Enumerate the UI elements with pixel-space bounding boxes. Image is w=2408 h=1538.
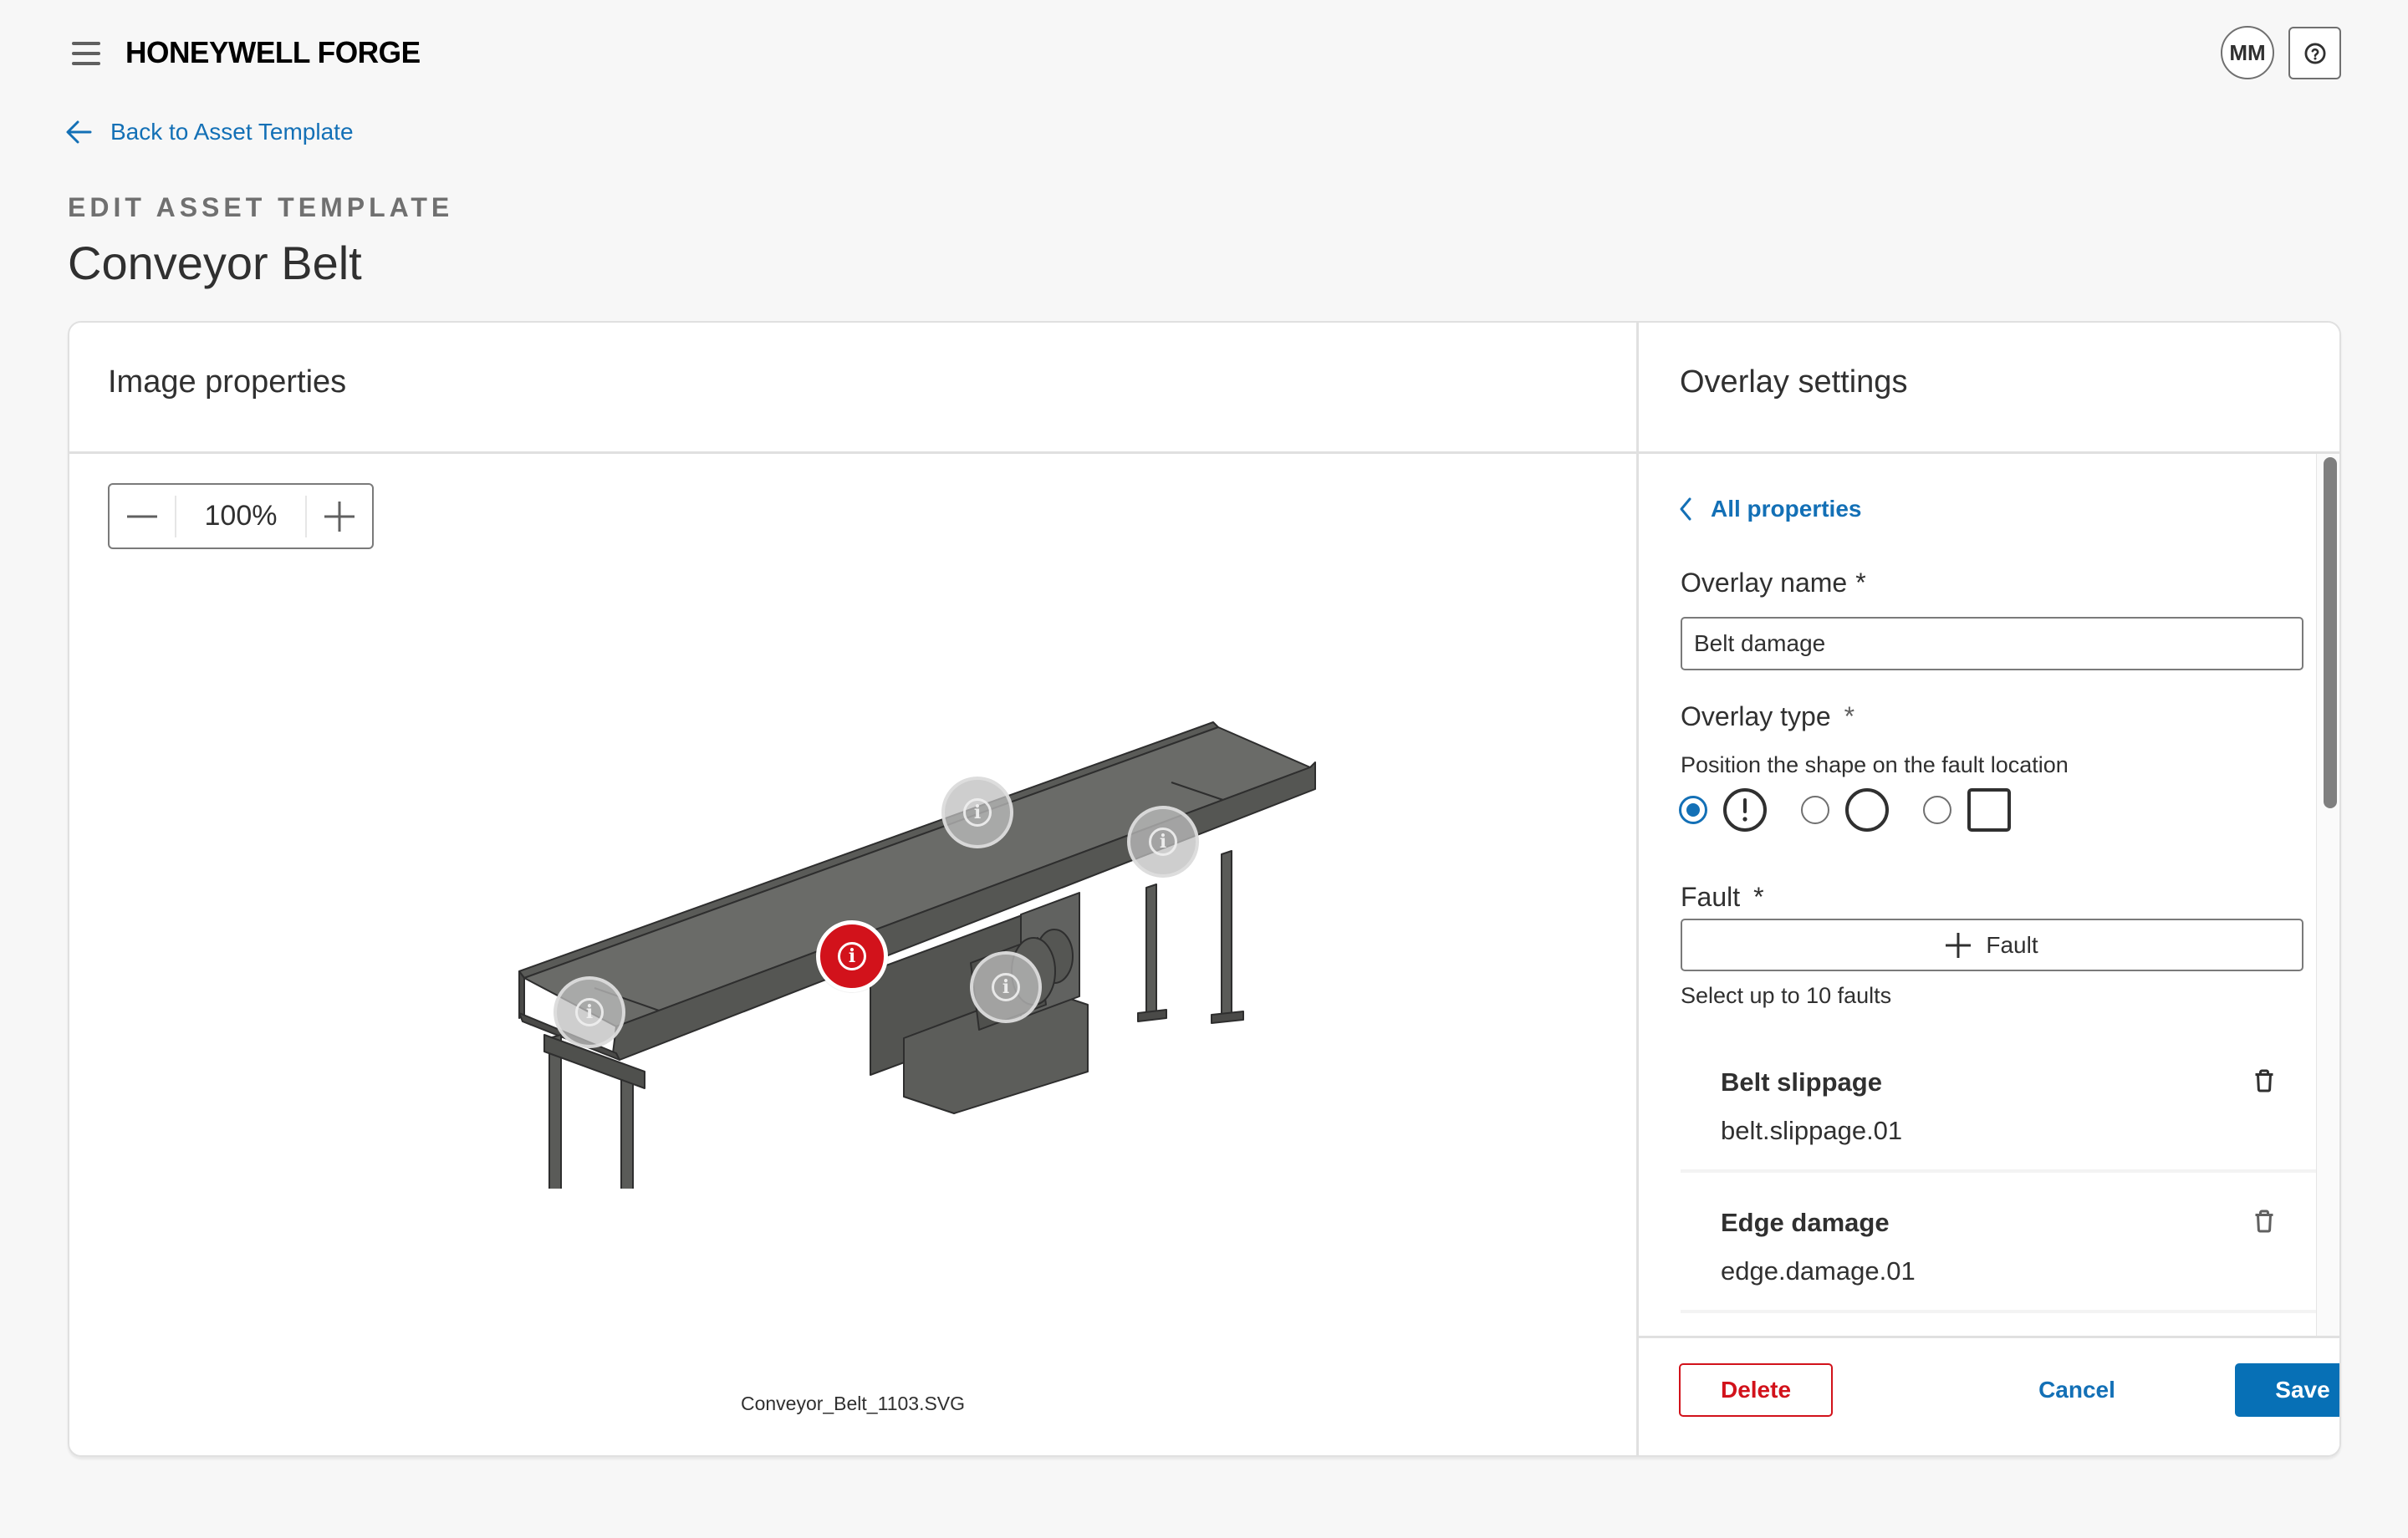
- overlay-type-radio-alert-circle[interactable]: [1679, 796, 1707, 824]
- back-to-asset-template-link[interactable]: Back to Asset Template: [65, 119, 354, 145]
- info-icon: i: [992, 973, 1020, 1001]
- info-icon: i: [963, 798, 992, 827]
- zoom-out-button[interactable]: [110, 485, 175, 547]
- overlay-panel-scrollbar[interactable]: [2316, 454, 2339, 1337]
- marker-left-end[interactable]: i: [554, 976, 625, 1048]
- fault-list-item: Edge damage edge.damage.01: [1681, 1173, 2316, 1313]
- cancel-button[interactable]: Cancel: [2010, 1363, 2144, 1417]
- zoom-in-button[interactable]: [307, 485, 372, 547]
- back-link-label: Back to Asset Template: [110, 119, 354, 145]
- marker-gearbox[interactable]: i: [970, 951, 1042, 1023]
- required-mark: *: [1855, 568, 1866, 598]
- overlay-type-label: Overlay type *: [1681, 701, 1854, 732]
- fault-code: edge.damage.01: [1721, 1256, 1916, 1286]
- overlay-settings-title: Overlay settings: [1680, 364, 1908, 400]
- fault-label: Fault *: [1681, 882, 1764, 913]
- info-icon: i: [1149, 828, 1177, 856]
- user-initials: MM: [2229, 39, 2266, 65]
- marker-top-right[interactable]: i: [1127, 806, 1199, 878]
- overlay-footer: Delete Cancel Save: [1639, 1336, 2339, 1455]
- overlay-type-options: [1679, 785, 2045, 835]
- overlay-settings-panel: All properties Overlay name* Overlay typ…: [1639, 454, 2339, 1455]
- hamburger-icon-bar: [72, 62, 100, 65]
- add-fault-button[interactable]: Fault: [1681, 919, 2303, 971]
- info-icon: i: [838, 942, 866, 970]
- plus-icon: [1946, 932, 1972, 958]
- fault-title: Edge damage: [1721, 1208, 1890, 1237]
- fault-list-item: Belt slippage belt.slippage.01: [1681, 1032, 2316, 1173]
- all-properties-label: All properties: [1711, 496, 1862, 522]
- trash-icon[interactable]: [2249, 1206, 2279, 1236]
- image-properties-title: Image properties: [108, 364, 347, 400]
- info-icon: i: [575, 998, 604, 1026]
- brand-logo: HONEYWELL FORGE: [125, 35, 421, 69]
- hamburger-icon: [72, 42, 100, 45]
- overlay-name-input[interactable]: [1681, 617, 2303, 670]
- fault-helper: Select up to 10 faults: [1681, 983, 1892, 1008]
- chevron-left-icon: [1680, 497, 1691, 521]
- minus-icon: [127, 515, 157, 517]
- fault-title: Belt slippage: [1721, 1067, 1882, 1097]
- zoom-control: 100%: [108, 483, 374, 549]
- overlay-type-radio-circle[interactable]: [1801, 796, 1829, 824]
- alert-circle-icon: [1722, 787, 1768, 833]
- overlay-type-radio-square[interactable]: [1923, 796, 1951, 824]
- fault-label-text: Fault: [1681, 882, 1741, 912]
- page-eyebrow: EDIT ASSET TEMPLATE: [68, 192, 454, 222]
- help-button[interactable]: [2288, 27, 2341, 79]
- arrow-left-icon: [66, 120, 92, 144]
- page-title: Conveyor Belt: [68, 237, 362, 289]
- hamburger-icon-bar: [72, 52, 100, 55]
- overlay-name-label: Overlay name *: [1681, 568, 1866, 598]
- overlay-type-label-text: Overlay type: [1681, 701, 1831, 731]
- edit-template-card: Image properties 100% i i i i i Conveyor…: [68, 321, 2341, 1457]
- save-button[interactable]: Save: [2235, 1363, 2339, 1417]
- scrollbar-thumb[interactable]: [2324, 457, 2337, 808]
- zoom-level: 100%: [204, 500, 278, 532]
- delete-button[interactable]: Delete: [1679, 1363, 1833, 1417]
- square-icon: [1967, 787, 2012, 833]
- marker-motor[interactable]: i: [816, 920, 888, 992]
- marker-top-center[interactable]: i: [941, 777, 1013, 848]
- overlay-name-label-text: Overlay name: [1681, 568, 1848, 598]
- menu-button[interactable]: [70, 40, 104, 67]
- help-circle-icon: [2304, 43, 2325, 64]
- plus-icon: [324, 501, 355, 532]
- overlay-type-helper: Position the shape on the fault location: [1681, 752, 2069, 777]
- add-fault-label: Fault: [1986, 931, 2038, 958]
- required-mark: *: [1844, 701, 1855, 731]
- fault-code: belt.slippage.01: [1721, 1116, 1903, 1145]
- all-properties-link[interactable]: All properties: [1679, 496, 1861, 522]
- overlay-settings-scroll-area: All properties Overlay name* Overlay typ…: [1639, 454, 2316, 1337]
- user-avatar[interactable]: MM: [2221, 26, 2274, 79]
- trash-icon[interactable]: [2249, 1066, 2279, 1096]
- circle-icon: [1844, 787, 1890, 833]
- required-mark: *: [1753, 882, 1764, 912]
- image-file-name: Conveyor_Belt_1103.SVG: [740, 1393, 966, 1414]
